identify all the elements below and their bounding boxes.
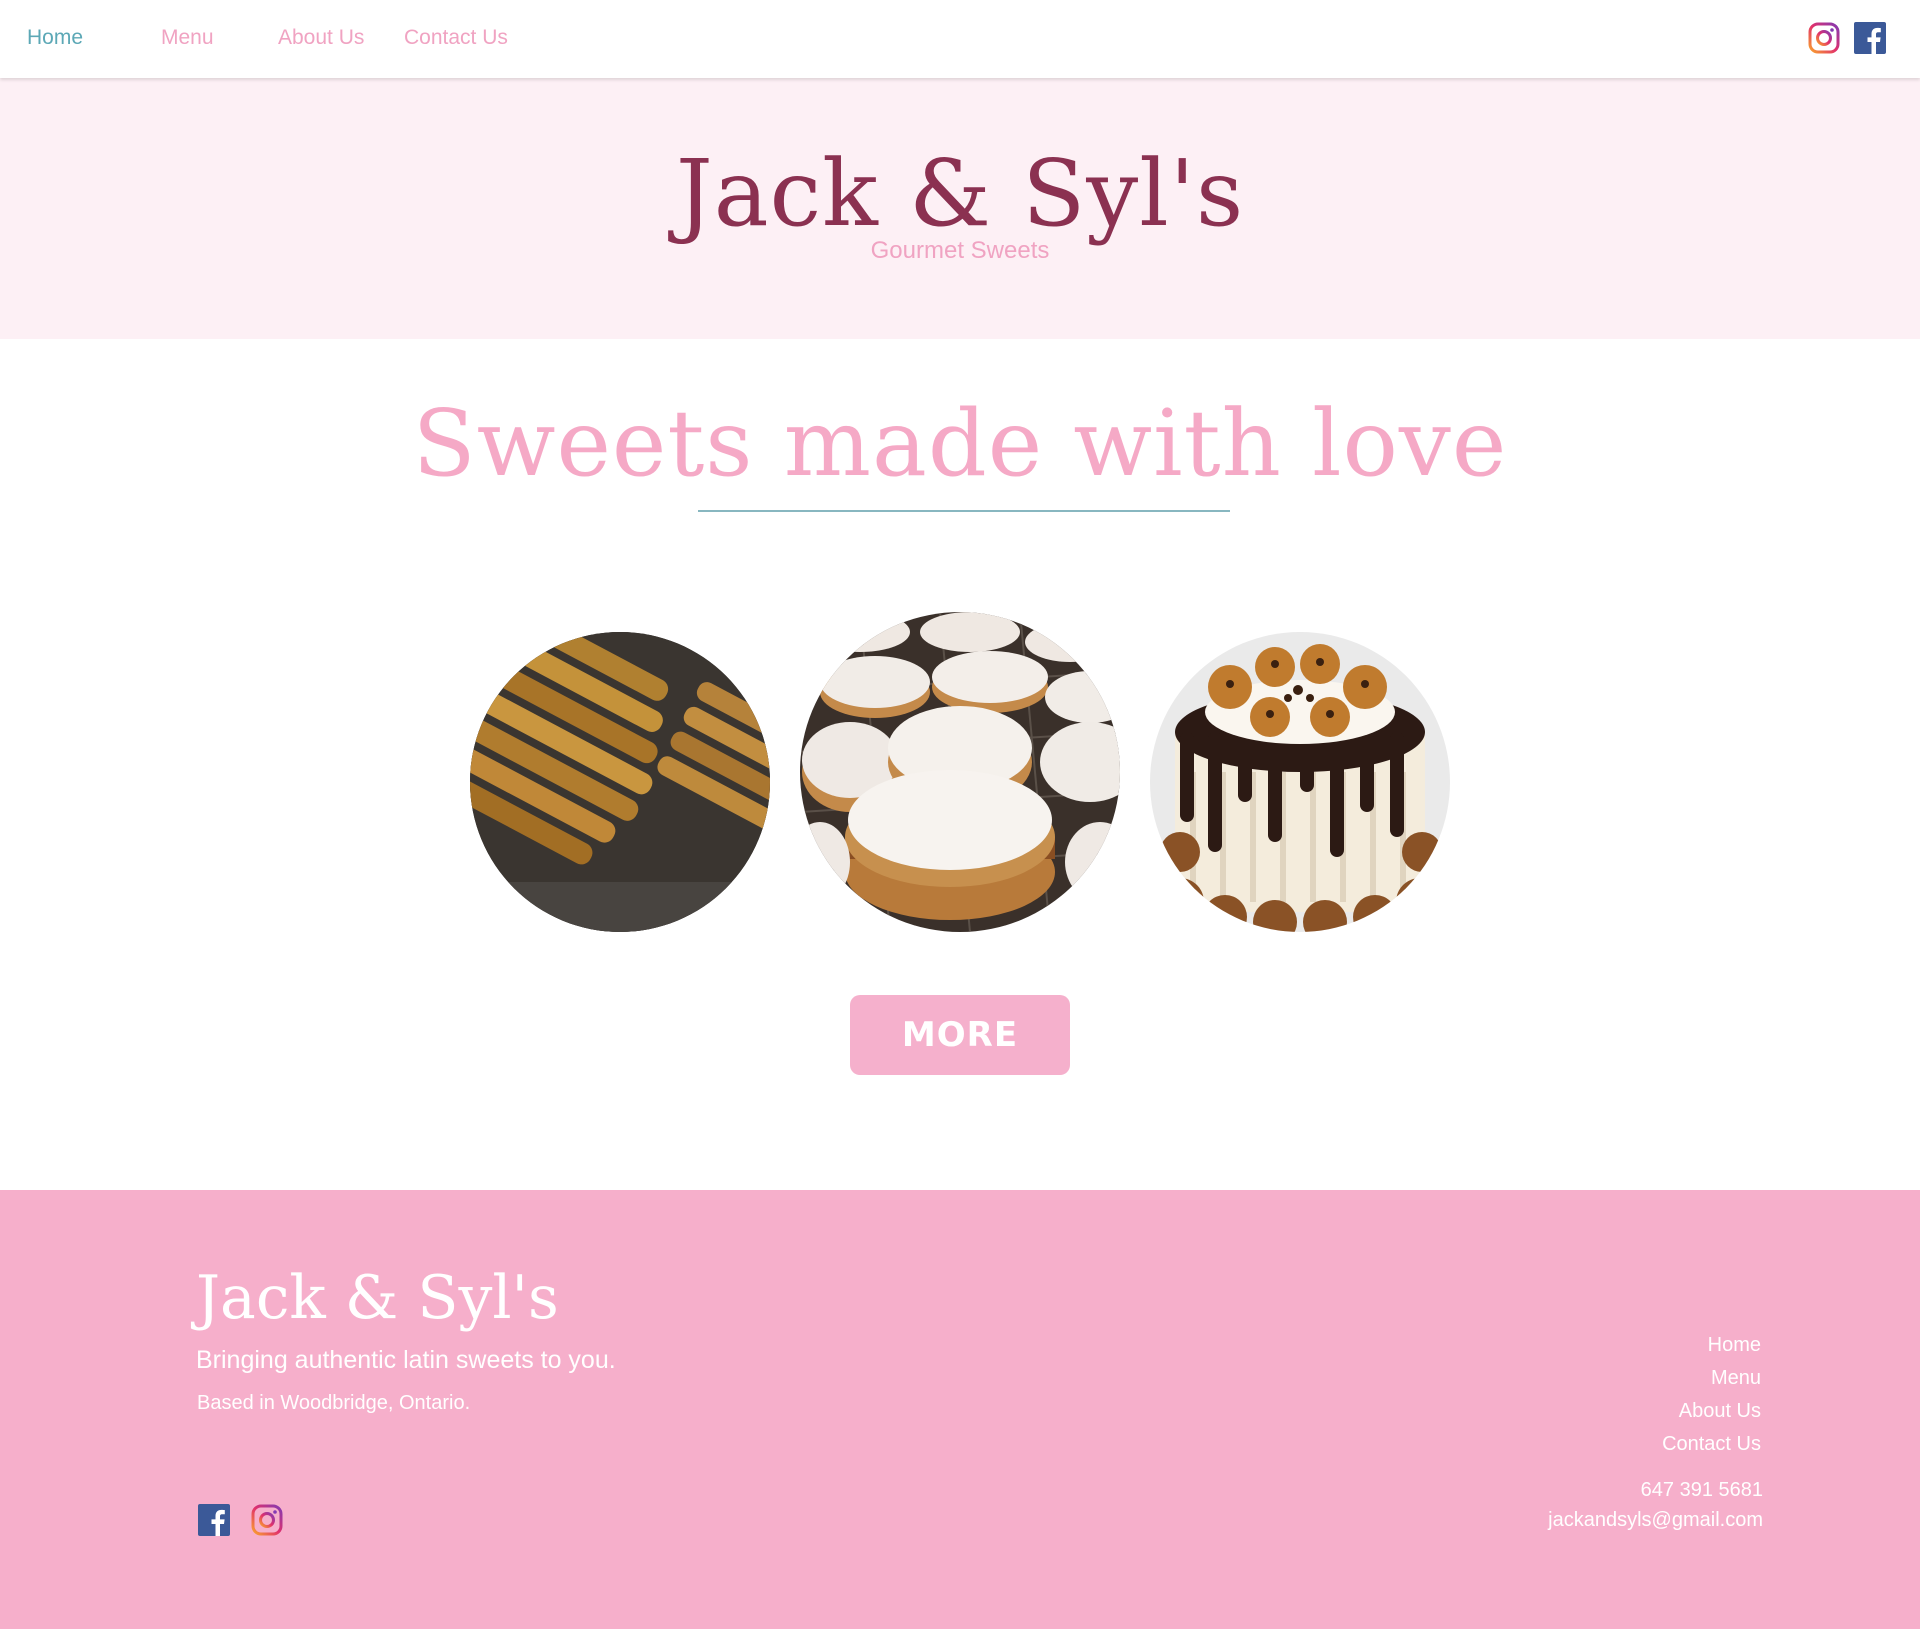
brand-logo: Jack & Syl's <box>675 140 1245 247</box>
top-nav: Home Menu About Us Contact Us <box>0 0 1920 78</box>
footer-email[interactable]: jackandsyls@gmail.com <box>1548 1505 1763 1535</box>
hero-banner: Jack & Syl's Gourmet Sweets <box>0 78 1920 339</box>
nav-contact-link[interactable]: Contact Us <box>404 26 508 50</box>
footer-about-link[interactable]: About Us <box>1662 1395 1761 1428</box>
footer-nav: Home Menu About Us Contact Us <box>1662 1329 1761 1461</box>
nav-menu-link[interactable]: Menu <box>161 26 214 50</box>
footer-contact-link[interactable]: Contact Us <box>1662 1428 1761 1461</box>
footer-home-link[interactable]: Home <box>1662 1329 1761 1362</box>
footer-menu-link[interactable]: Menu <box>1662 1362 1761 1395</box>
instagram-icon[interactable] <box>251 1504 283 1536</box>
footer-location: Based in Woodbridge, Ontario. <box>197 1392 471 1414</box>
footer-phone: 647 391 5681 <box>1640 1479 1763 1501</box>
site-footer: Jack & Syl's Bringing authentic latin sw… <box>0 1190 1920 1629</box>
nav-about-link[interactable]: About Us <box>278 26 364 50</box>
alfajores-photo <box>800 612 1120 932</box>
more-button[interactable]: MORE <box>850 995 1070 1075</box>
facebook-icon[interactable] <box>198 1504 230 1536</box>
drip-cake-photo <box>1150 632 1450 932</box>
page-headline: Sweets made with love <box>412 390 1508 497</box>
facebook-icon[interactable] <box>1854 22 1886 54</box>
footer-contact-info: 647 391 5681 jackandsyls@gmail.com <box>1548 1475 1763 1535</box>
brand-subtitle: Gourmet Sweets <box>870 237 1050 264</box>
footer-brand: Jack & Syl's <box>196 1263 559 1333</box>
footer-tagline: Bringing authentic latin sweets to you. <box>196 1346 616 1374</box>
churros-photo <box>470 632 770 932</box>
headline-divider <box>698 510 1230 512</box>
nav-home-link[interactable]: Home <box>27 26 83 50</box>
instagram-icon[interactable] <box>1808 22 1840 54</box>
